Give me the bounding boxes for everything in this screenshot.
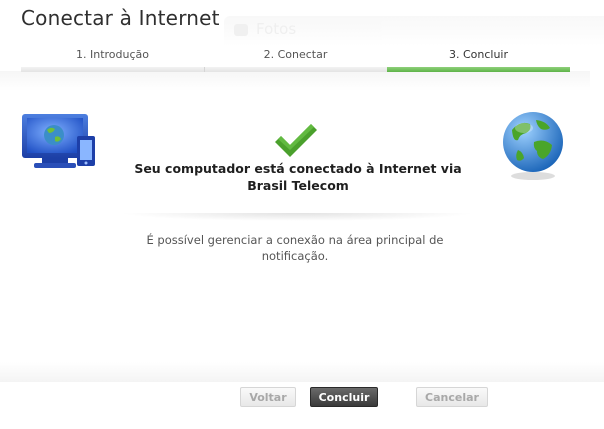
connection-status-message: Seu computador está conectado à Internet…	[134, 161, 462, 193]
step-introduction: 1. Introdução	[21, 44, 204, 72]
footer-divider	[0, 362, 604, 382]
step-label: 1. Introdução	[75, 48, 149, 61]
cancel-button[interactable]: Cancelar	[416, 387, 488, 407]
checkmark-icon	[275, 124, 317, 157]
step-label: 2. Conectar	[263, 48, 328, 61]
background-window-tab: Fotos	[224, 16, 604, 46]
finish-button[interactable]: Concluir	[310, 387, 378, 407]
background-window-label: Fotos	[256, 20, 297, 38]
computer-devices-icon	[22, 114, 95, 168]
globe-icon	[503, 112, 563, 180]
step-progress-bar	[204, 67, 387, 72]
step-finish: 3. Concluir	[387, 44, 570, 72]
step-label: 3. Concluir	[448, 48, 509, 61]
connection-status-panel: Seu computador está conectado à Internet…	[0, 100, 604, 230]
camera-icon	[234, 24, 248, 36]
message-divider	[120, 213, 475, 221]
info-message: É possível gerenciar a conexão na área p…	[146, 233, 444, 263]
steps-shade	[0, 71, 590, 91]
step-progress-bar	[21, 67, 204, 72]
step-connect: 2. Conectar	[204, 44, 387, 72]
wizard-steps: 1. Introdução 2. Conectar 3. Concluir	[21, 44, 570, 72]
step-progress-bar	[387, 67, 570, 72]
page-title: Conectar à Internet	[21, 6, 220, 30]
back-button[interactable]: Voltar	[240, 387, 296, 407]
